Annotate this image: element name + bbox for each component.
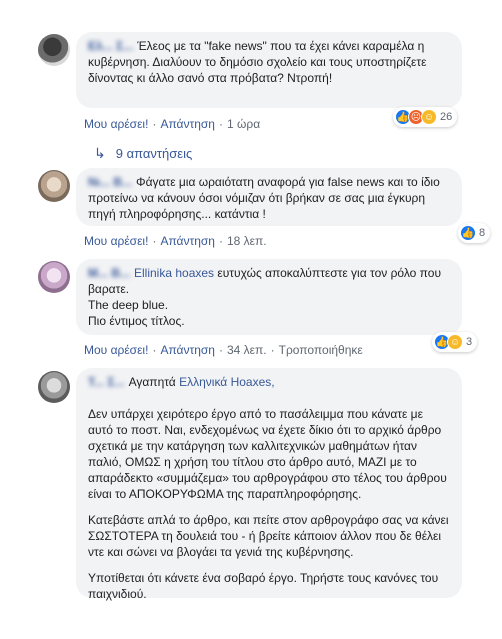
avatar[interactable]: [38, 34, 70, 66]
comment-bubble: Eλ... Σ... Έλεος με τα "fake news" που τα…: [76, 32, 462, 108]
comment-text: Έλεος με τα "fake news" που τα έχει κάνε…: [88, 39, 427, 85]
haha-icon: ☺: [447, 334, 463, 350]
comment-text-line: Πιο έντιμος τίτλος.: [88, 314, 185, 328]
reaction-count: 8: [479, 227, 486, 239]
comment-timestamp[interactable]: 18 λεπ.: [227, 234, 267, 248]
comment-actions: Μου αρέσει! · Απάντηση · 1 ώρα: [84, 117, 261, 131]
reaction-summary[interactable]: 👍 8: [458, 223, 491, 243]
avatar[interactable]: [38, 261, 70, 293]
reply-arrow-icon: ↳: [94, 145, 106, 161]
comment-author[interactable]: Νι... Β...: [88, 175, 132, 189]
like-button[interactable]: Μου αρέσει!: [84, 343, 148, 357]
like-button[interactable]: Μου αρέσει!: [84, 117, 148, 131]
page-mention[interactable]: Ελληνικά Hoaxes,: [179, 375, 275, 389]
like-icon: 👍: [460, 225, 476, 241]
comment-author[interactable]: Τ... Σ...: [88, 375, 125, 389]
comment-timestamp[interactable]: 34 λεπ.: [227, 343, 267, 357]
comment-bubble: Νι... Β... Φάγατε μια ωραιότατη αναφορά γ…: [76, 168, 462, 226]
comment-text-line: The deep blue.: [88, 298, 169, 312]
page-mention[interactable]: Ellinika hoaxes: [134, 266, 214, 280]
replies-count[interactable]: 9 απαντήσεις: [116, 146, 193, 161]
wow-icon: ☺: [421, 109, 437, 125]
comment-author[interactable]: Eλ... Σ...: [88, 39, 133, 53]
view-replies-link[interactable]: ↳ 9 απαντήσεις: [94, 145, 192, 162]
comment-paragraph: Δεν υπάρχει χειρότερο έργο από το πασάλε…: [88, 407, 447, 501]
reaction-summary[interactable]: 👍 ☺ 3: [432, 332, 478, 352]
comment-bubble: Τ... Σ... Αγαπητά Ελληνικά Hoaxes, Δεν υπ…: [76, 368, 462, 601]
edited-label[interactable]: Τροποποιήθηκε: [279, 343, 363, 357]
comment-paragraph: Κατεβάστε απλά το άρθρο, και πείτε στον …: [88, 513, 449, 559]
comment-paragraph: Υποτίθεται ότι κάνετε ένα σοβαρό έργο. Τ…: [88, 571, 439, 601]
reply-button[interactable]: Απάντηση: [160, 234, 215, 248]
comment-actions: Μου αρέσει! · Απάντηση · 18 λεπ.: [84, 234, 267, 248]
avatar[interactable]: [38, 371, 70, 403]
comment-actions: Μου αρέσει! · Απάντηση · 34 λεπ. · Τροποποιήθη…: [84, 343, 363, 357]
avatar[interactable]: [38, 170, 70, 202]
like-button[interactable]: Μου αρέσει!: [84, 234, 148, 248]
comment-text: Φάγατε μια ωραιότατη αναφορά για false n…: [88, 175, 440, 221]
reply-button[interactable]: Απάντηση: [160, 117, 215, 131]
comment-bubble: Μ... Β... Ellinika hoaxes ευτυχώς αποκαλύ…: [76, 259, 462, 335]
comment-author[interactable]: Μ... Β...: [88, 266, 130, 280]
comment-greeting: Τ... Σ... Αγαπητά Ελληνικά Hoaxes,: [88, 374, 450, 390]
greeting-text: Αγαπητά: [128, 375, 176, 389]
reaction-count: 26: [440, 111, 453, 123]
reaction-summary[interactable]: 👍 ☹ ☺ 26: [393, 107, 458, 127]
reply-button[interactable]: Απάντηση: [160, 343, 215, 357]
comment-timestamp[interactable]: 1 ώρα: [227, 117, 260, 131]
reaction-count: 3: [466, 336, 473, 348]
